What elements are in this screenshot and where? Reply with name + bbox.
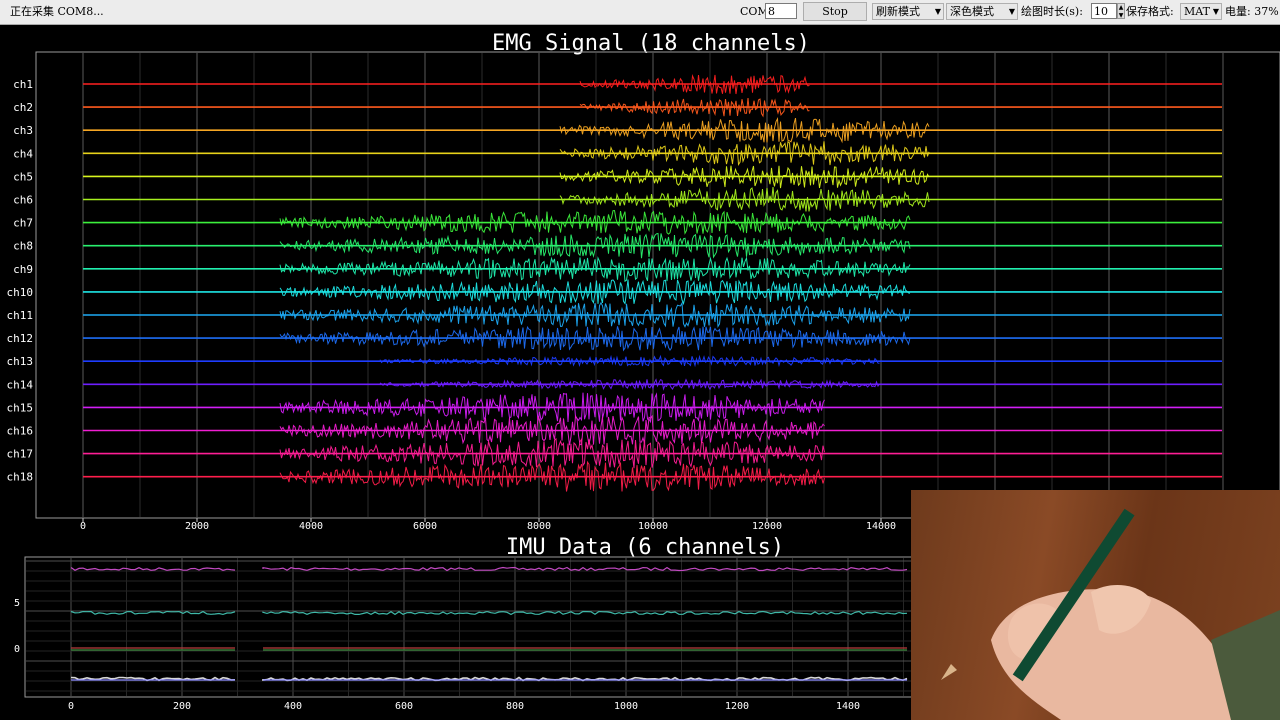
channel-label: ch6 — [13, 194, 33, 207]
imu-y-ticks: 50 — [14, 598, 20, 655]
channel-label: ch1 — [13, 78, 33, 91]
save-format-select[interactable]: MAT ▼ — [1180, 3, 1222, 20]
imu-y-tick-label: 5 — [14, 598, 20, 609]
imu-x-tick-label: 800 — [506, 701, 524, 712]
chevron-down-icon: ▼ — [1212, 7, 1219, 16]
refresh-mode-select[interactable]: 刷新模式 ▼ — [872, 3, 944, 20]
channel-label: ch17 — [7, 448, 34, 461]
imu-x-tick-label: 200 — [173, 701, 191, 712]
channel-burst — [279, 414, 825, 446]
theme-mode-value: 深色模式 — [950, 5, 994, 18]
refresh-mode-value: 刷新模式 — [876, 5, 920, 18]
save-format-value: MAT — [1184, 5, 1210, 18]
emg-x-tick-label: 14000 — [866, 521, 896, 532]
battery-level: 电量: 37% — [1225, 5, 1279, 18]
emg-grid — [82, 53, 1224, 517]
channel-label: ch8 — [13, 240, 33, 253]
imu-x-ticks: 0 200 400 600 800 1000 1200 1400 — [68, 701, 860, 712]
channel-label: ch7 — [13, 217, 33, 230]
emg-channel-labels: ch1 ch2 ch3 ch4 ch5 ch6 ch7 ch8 ch9 ch10 ch11 ch12 c… — [7, 78, 34, 484]
hand-with-pencil-image — [911, 490, 1280, 720]
theme-mode-select[interactable]: 深色模式 ▼ — [946, 3, 1018, 20]
channel-label: ch15 — [7, 401, 34, 414]
toolbar: 正在采集 COM8... COM: 8 Stop 刷新模式 ▼ 深色模式 ▼ 绘… — [0, 0, 1280, 25]
emg-x-tick-label: 4000 — [299, 521, 323, 532]
channel-label: ch3 — [13, 124, 33, 137]
channel-label: ch18 — [7, 471, 34, 484]
com-port-input[interactable]: 8 — [765, 3, 797, 19]
channel-label: ch12 — [7, 332, 34, 345]
emg-x-tick-label: 12000 — [752, 521, 782, 532]
imu-y-tick-label: 0 — [14, 644, 20, 655]
emg-x-tick-label: 2000 — [185, 521, 209, 532]
plot-duration-input[interactable]: 10 — [1091, 3, 1117, 19]
chevron-down-icon: ▼ — [934, 7, 941, 16]
imu-x-tick-label: 600 — [395, 701, 413, 712]
imu-x-tick-label: 400 — [284, 701, 302, 712]
channel-label: ch13 — [7, 355, 34, 368]
channel-burst — [279, 437, 825, 469]
stop-button[interactable]: Stop — [803, 2, 867, 21]
spinner-arrows-icon[interactable]: ▲ ▼ — [1117, 3, 1125, 19]
imu-trace — [70, 566, 908, 572]
imu-x-tick-label: 0 — [68, 701, 74, 712]
chevron-down-icon: ▼ — [1008, 7, 1015, 16]
channel-label: ch9 — [13, 263, 33, 276]
channel-label: ch4 — [13, 147, 33, 160]
imu-trace — [70, 610, 908, 616]
channel-label: ch5 — [13, 170, 33, 183]
emg-x-tick-label: 6000 — [413, 521, 437, 532]
channel-label: ch2 — [13, 101, 33, 114]
imu-traces — [70, 566, 908, 682]
emg-x-tick-label: 0 — [80, 521, 86, 532]
channel-label: ch16 — [7, 425, 34, 438]
channel-label: ch11 — [7, 309, 34, 322]
imu-x-tick-label: 1200 — [725, 701, 749, 712]
plot-duration-label: 绘图时长(s): — [1021, 5, 1083, 18]
emg-x-ticks: 0 2000 4000 6000 8000 10000 12000 14000 — [80, 518, 896, 532]
channel-label: ch14 — [7, 378, 34, 391]
status-text: 正在采集 COM8... — [10, 5, 104, 18]
emg-x-tick-label: 10000 — [638, 521, 668, 532]
imu-x-tick-label: 1000 — [614, 701, 638, 712]
save-format-label: 保存格式: — [1126, 5, 1174, 18]
channel-label: ch10 — [7, 286, 34, 299]
emg-x-tick-label: 8000 — [527, 521, 551, 532]
imu-x-tick-label: 1400 — [836, 701, 860, 712]
imu-title: IMU Data (6 channels) — [506, 535, 784, 560]
